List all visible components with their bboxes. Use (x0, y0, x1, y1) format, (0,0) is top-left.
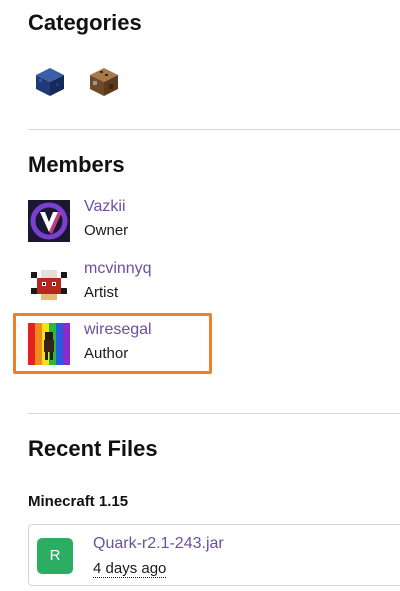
file-date: 4 days ago (93, 560, 167, 578)
mcvinnyq-avatar[interactable] (28, 262, 70, 304)
member-row-vazkii: Vazkii Owner (28, 198, 388, 244)
blue-cube-icon[interactable] (34, 66, 66, 98)
categories-title: Categories (28, 10, 142, 35)
member-role: Artist (84, 284, 119, 301)
highlight-box (13, 313, 212, 374)
file-name-link[interactable]: Quark-r2.1-243.jar (93, 535, 224, 553)
section-divider (28, 129, 400, 130)
recent-files-title: Recent Files (28, 436, 158, 461)
vazkii-avatar[interactable] (28, 200, 70, 242)
crafting-table-icon[interactable] (88, 66, 120, 98)
member-row-mcvinnyq: mcvinnyq Artist (28, 260, 388, 306)
member-name-link[interactable]: mcvinnyq (84, 260, 152, 278)
file-card[interactable]: R Quark-r2.1-243.jar 4 days ago (28, 524, 400, 586)
members-title: Members (28, 152, 125, 177)
release-badge: R (37, 538, 73, 574)
member-name-link[interactable]: Vazkii (84, 198, 126, 216)
section-divider (28, 413, 400, 414)
game-version-label: Minecraft 1.15 (28, 493, 129, 510)
member-role: Owner (84, 222, 129, 239)
